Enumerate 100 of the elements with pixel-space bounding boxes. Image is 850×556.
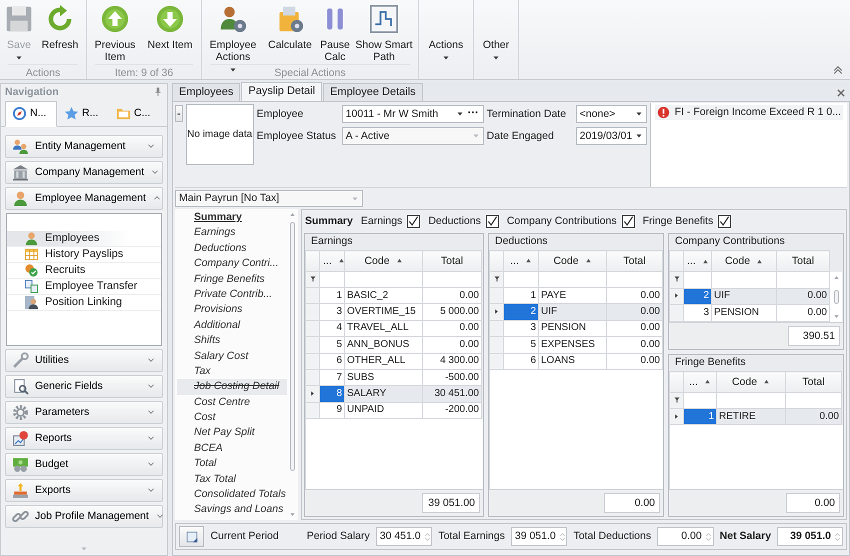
- summary-link[interactable]: Company Contri...: [177, 256, 287, 272]
- number-field[interactable]: 0.00: [657, 527, 714, 546]
- column-header[interactable]: ...: [684, 372, 716, 392]
- summary-link[interactable]: Fringe Benefits: [177, 272, 287, 287]
- column-header[interactable]: Total: [786, 372, 842, 392]
- dropdown-field[interactable]: 10011 - Mr W Smith ···: [342, 105, 484, 123]
- date-field[interactable]: 2019/03/01: [576, 127, 647, 145]
- nav-item[interactable]: History Payslips: [7, 246, 161, 263]
- row-number[interactable]: 5: [504, 336, 538, 354]
- collapse-button[interactable]: -: [175, 105, 183, 122]
- summary-link[interactable]: Deductions: [177, 240, 287, 256]
- summary-link[interactable]: Tax: [177, 364, 287, 380]
- checkbox[interactable]: [622, 214, 635, 228]
- nav-group-header[interactable]: Parameters: [5, 400, 163, 424]
- column-header[interactable]: Code: [538, 250, 606, 272]
- nav-item[interactable]: Recruits: [7, 262, 161, 279]
- filter-icon[interactable]: [308, 274, 316, 283]
- column-header[interactable]: Code: [712, 250, 776, 272]
- document-tab[interactable]: Employee Details: [323, 82, 423, 101]
- document-tab[interactable]: Employees: [172, 82, 240, 101]
- column-header[interactable]: ...: [320, 250, 344, 272]
- row-number[interactable]: 2: [504, 304, 538, 320]
- toolbar-button[interactable]: Next Item: [141, 3, 199, 53]
- number-field[interactable]: 30 451.0: [376, 527, 432, 546]
- column-header[interactable]: ...: [684, 250, 712, 272]
- row-number[interactable]: 3: [320, 304, 344, 320]
- summary-link[interactable]: Job Costing Detail: [177, 379, 287, 395]
- row-number[interactable]: 4: [320, 320, 344, 337]
- panel-title: Company Contributions: [674, 234, 786, 249]
- column-header[interactable]: Total: [606, 250, 662, 272]
- toolbar-button[interactable]: Actions: [421, 3, 471, 64]
- column-header[interactable]: Code: [716, 372, 786, 392]
- nav-group-header[interactable]: Utilities: [5, 348, 163, 372]
- nav-item[interactable]: Employee Transfer: [7, 278, 161, 295]
- summary-link[interactable]: BCEA: [177, 440, 287, 456]
- nav-group-header[interactable]: Job Profile Management: [5, 504, 163, 528]
- pin-icon[interactable]: [153, 87, 163, 98]
- summary-link[interactable]: Earnings: [177, 225, 287, 241]
- summary-link[interactable]: Total: [177, 456, 287, 472]
- toolbar-button[interactable]: Calculate: [262, 3, 318, 53]
- checkbox[interactable]: [407, 214, 420, 228]
- column-header[interactable]: Code: [344, 250, 422, 272]
- nav-group-header[interactable]: Entity Management: [5, 134, 163, 158]
- summary-link[interactable]: Provisions: [177, 302, 287, 318]
- nav-group-header[interactable]: Reports: [5, 426, 163, 450]
- number-field[interactable]: 39 051.0: [510, 527, 568, 546]
- nav-tab[interactable]: R...: [57, 100, 109, 126]
- nav-group-header[interactable]: Generic Fields: [5, 374, 163, 398]
- scroll-up-icon[interactable]: [832, 274, 840, 281]
- nav-group-header[interactable]: Budget: [5, 452, 163, 476]
- nav-item[interactable]: Employees: [7, 230, 161, 247]
- summary-link[interactable]: Net Pay Split: [177, 425, 287, 441]
- summary-link[interactable]: Savings and Loans: [177, 502, 287, 518]
- scroll-down-icon[interactable]: [832, 313, 840, 320]
- row-number[interactable]: 5: [320, 336, 344, 354]
- row-number[interactable]: 6: [504, 353, 538, 370]
- close-icon[interactable]: [836, 88, 846, 98]
- summary-link[interactable]: Tax Total: [177, 472, 287, 488]
- date-field[interactable]: <none>: [576, 105, 647, 123]
- image-field[interactable]: No image data: [186, 104, 254, 165]
- summary-link[interactable]: Cost Centre: [177, 394, 287, 410]
- checkbox[interactable]: [718, 214, 732, 228]
- row-number[interactable]: 6: [320, 353, 344, 370]
- filter-icon[interactable]: [672, 275, 680, 284]
- nav-item[interactable]: Position Linking: [7, 294, 161, 311]
- summary-link[interactable]: Additional: [177, 318, 287, 334]
- summary-link[interactable]: Salary Cost: [177, 348, 287, 364]
- row-number[interactable]: 1: [320, 288, 344, 304]
- summary-link[interactable]: Summary: [177, 210, 287, 226]
- nav-group-header[interactable]: Company Management: [5, 160, 163, 184]
- nav-group-header[interactable]: Exports: [5, 478, 163, 502]
- nav-group-header[interactable]: Employee Management: [5, 186, 163, 210]
- row-number[interactable]: 3: [504, 320, 538, 337]
- summary-link[interactable]: Cost: [177, 410, 287, 426]
- nav-tab[interactable]: N...: [5, 100, 57, 127]
- toolbar-button[interactable]: Show Smart Path: [352, 3, 416, 65]
- summary-link[interactable]: Private Contrib...: [177, 286, 287, 302]
- more-button[interactable]: ···: [466, 107, 480, 121]
- row-number[interactable]: 1: [684, 408, 716, 425]
- toolbar-button[interactable]: Other: [476, 3, 516, 64]
- column-header[interactable]: Total: [422, 250, 482, 272]
- row-number[interactable]: 2: [684, 288, 712, 305]
- scroll-down-icon[interactable]: [289, 511, 296, 518]
- filter-icon[interactable]: [672, 396, 680, 404]
- document-tab[interactable]: Payslip Detail: [241, 82, 322, 101]
- column-header[interactable]: Total: [776, 250, 830, 272]
- toolbar-button[interactable]: Previous Item: [89, 3, 141, 65]
- toolbar-button[interactable]: Pause Calc: [318, 3, 352, 65]
- summary-link[interactable]: Consolidated Totals: [177, 487, 287, 502]
- column-header[interactable]: ...: [504, 250, 538, 272]
- alert-row[interactable]: FI - Foreign Income Exceed R 1 0...: [654, 105, 843, 120]
- toolbar-button[interactable]: Refresh: [36, 3, 84, 53]
- row-number[interactable]: 8: [320, 386, 344, 402]
- number-field[interactable]: 39 051.0: [777, 527, 843, 546]
- nav-tab[interactable]: C...: [109, 100, 161, 126]
- checkbox[interactable]: [486, 214, 499, 228]
- filter-icon[interactable]: [492, 274, 500, 283]
- summary-link[interactable]: Shifts: [177, 333, 287, 349]
- period-button[interactable]: [179, 526, 204, 547]
- scroll-up-icon[interactable]: [289, 211, 296, 218]
